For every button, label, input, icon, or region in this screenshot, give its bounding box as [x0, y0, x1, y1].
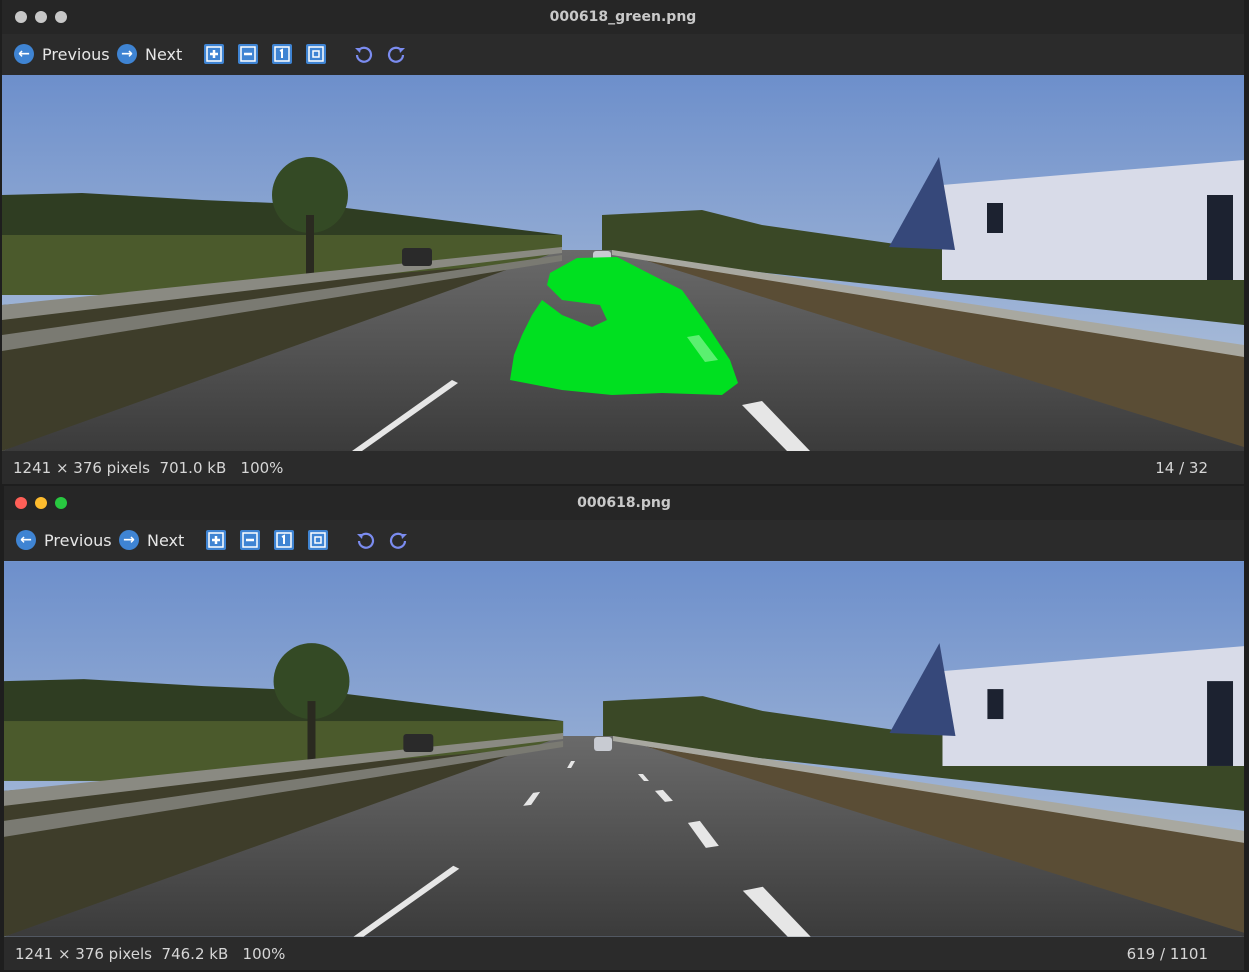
- zoom-level: 100%: [242, 945, 286, 963]
- window-title: 000618_green.png: [549, 9, 697, 25]
- status-bar: 1241 × 376 pixels 746.2 kB 100% 619 / 11…: [4, 937, 1244, 970]
- previous-button[interactable]: ← Previous: [14, 43, 110, 65]
- viewer-window-original: 000618.png ← Previous → Next 1241 × 376 …: [4, 486, 1244, 970]
- zoom-out-icon: [242, 532, 258, 548]
- status-bar: 1241 × 376 pixels 701.0 kB 100% 14 / 32: [2, 451, 1244, 484]
- zoom-out-button[interactable]: [238, 44, 258, 64]
- rotate-right-icon[interactable]: [387, 529, 411, 553]
- file-size: 746.2 kB: [161, 945, 229, 963]
- zoom-in-button[interactable]: [204, 44, 224, 64]
- title-bar[interactable]: 000618_green.png: [2, 0, 1244, 34]
- arrow-left-icon: ←: [14, 44, 34, 64]
- actual-size-button[interactable]: [274, 530, 294, 550]
- toolbar: ← Previous → Next: [4, 520, 1244, 561]
- next-label: Next: [147, 530, 185, 550]
- fit-window-icon: [308, 46, 324, 62]
- zoom-out-icon: [240, 46, 256, 62]
- toolbar: ← Previous → Next: [2, 34, 1244, 75]
- zoom-in-icon: [208, 532, 224, 548]
- file-size: 701.0 kB: [159, 459, 227, 477]
- image-dimensions: 1241 × 376 pixels: [15, 945, 152, 963]
- previous-label: Previous: [44, 530, 112, 550]
- road-image: [2, 75, 1244, 451]
- zoom-level: 100%: [240, 459, 284, 477]
- road-image: [4, 561, 1244, 937]
- image-view[interactable]: [2, 75, 1244, 451]
- fit-window-button[interactable]: [308, 530, 328, 550]
- arrow-left-icon: ←: [16, 530, 36, 550]
- zoom-out-button[interactable]: [240, 530, 260, 550]
- actual-size-button[interactable]: [272, 44, 292, 64]
- viewer-window-green: 000618_green.png ← Previous → Next 1241 …: [2, 0, 1244, 484]
- arrow-right-icon: →: [119, 530, 139, 550]
- actual-size-icon: [276, 532, 292, 548]
- rotate-left-icon[interactable]: [351, 43, 375, 67]
- rotate-left-icon[interactable]: [353, 529, 377, 553]
- previous-button[interactable]: ← Previous: [16, 529, 112, 551]
- arrow-right-icon: →: [117, 44, 137, 64]
- zoom-in-icon: [206, 46, 222, 62]
- fit-window-button[interactable]: [306, 44, 326, 64]
- image-counter: 14 / 32: [1155, 459, 1208, 477]
- next-button[interactable]: → Next: [117, 43, 182, 65]
- image-view[interactable]: [4, 561, 1244, 937]
- rotate-right-icon[interactable]: [385, 43, 409, 67]
- zoom-in-button[interactable]: [206, 530, 226, 550]
- next-label: Next: [145, 44, 183, 64]
- previous-label: Previous: [42, 44, 110, 64]
- next-button[interactable]: → Next: [119, 529, 184, 551]
- image-counter: 619 / 1101: [1126, 945, 1208, 963]
- fit-window-icon: [310, 532, 326, 548]
- image-dimensions: 1241 × 376 pixels: [13, 459, 150, 477]
- window-title: 000618.png: [577, 495, 671, 511]
- actual-size-icon: [274, 46, 290, 62]
- title-bar[interactable]: 000618.png: [4, 486, 1244, 520]
